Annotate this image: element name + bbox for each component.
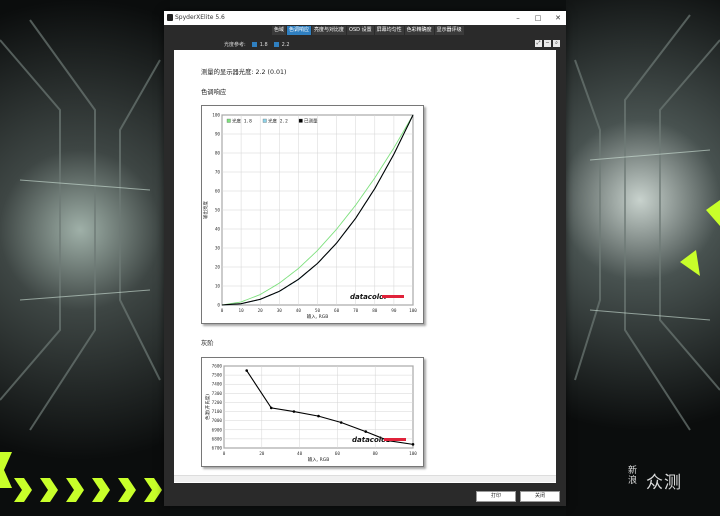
tab-display-rating[interactable]: 显示器评级 (434, 26, 464, 35)
x-tick-label: 0 (221, 308, 224, 314)
gamma-1-8-checkbox[interactable] (251, 42, 257, 47)
y-tick-label: 50 (215, 208, 221, 214)
app-icon (167, 14, 173, 21)
x-tick-label: 80 (373, 451, 379, 457)
legend-entry: 光度 1.8 (232, 118, 252, 125)
grayscale-heading: 灰阶 (201, 340, 214, 347)
minimize-button[interactable]: – (512, 13, 524, 23)
tone-response-heading: 色调响应 (201, 89, 227, 96)
y-tick-label: 7500 (212, 373, 223, 379)
app-window: SpyderXElite 5.6 – □ ✕ 色域 色调响应 亮度与对比度 OS… (164, 11, 566, 506)
data-point (339, 421, 343, 424)
logo-bar (382, 295, 404, 298)
close-button[interactable]: 关闭 (520, 491, 560, 502)
tab-color-accuracy[interactable]: 色彩精确度 (404, 26, 434, 35)
y-tick-label: 7200 (212, 400, 223, 406)
zoom-out-icon[interactable]: − (544, 40, 551, 47)
y-tick-label: 80 (215, 151, 221, 157)
x-tick-label: 50 (315, 308, 321, 314)
x-tick-label: 70 (353, 308, 359, 314)
gamma-reference-row: 光度参考: 1.8 2.2 (224, 41, 290, 49)
x-tick-label: 60 (335, 451, 341, 457)
y-axis-label: 输出亮度 (202, 201, 209, 219)
tone-response-plot: 0 10 20 30 40 50 60 70 80 90 100 0 10 20 30 40 50 60 70 80 9… (202, 113, 417, 321)
grayscale-plot: 0 20 40 60 80 100 6700 6800 6900 7000 7100 7200 7300… (204, 364, 417, 464)
x-tick-label: 0 (223, 451, 226, 457)
gamma-1-8-label: 1.8 (259, 41, 268, 48)
data-point (245, 369, 248, 372)
y-tick-label: 70 (215, 170, 221, 176)
gamma-2-2-checkbox[interactable] (273, 42, 279, 47)
y-tick-label: 40 (215, 227, 221, 233)
tab-osd-settings[interactable]: OSD 设置 (347, 26, 374, 35)
y-tick-label: 20 (215, 265, 221, 271)
y-tick-label: 7400 (212, 382, 223, 388)
title-bar: SpyderXElite 5.6 – □ ✕ (164, 11, 566, 25)
gamma-reference-label: 光度参考: (224, 42, 246, 48)
horizontal-scrollbar[interactable] (174, 475, 556, 482)
tab-uniformity[interactable]: 屏幕均匀性 (374, 26, 404, 35)
tab-tone-response[interactable]: 色调响应 (287, 26, 312, 35)
legend-entry: 光度 2.2 (268, 118, 288, 125)
watermark-brand: 众测 (646, 473, 682, 493)
x-tick-label: 10 (239, 308, 245, 314)
y-tick-label: 6900 (212, 427, 223, 433)
legend-swatch (226, 118, 231, 123)
legend-swatch (298, 118, 303, 123)
y-tick-label: 100 (212, 113, 220, 119)
y-tick-label: 30 (215, 246, 221, 252)
x-tick-label: 20 (259, 451, 265, 457)
data-point (364, 430, 368, 433)
close-window-button[interactable]: ✕ (552, 13, 564, 23)
zoom-tools: ⤢ − ⌕ (533, 40, 560, 47)
y-tick-label: 6700 (212, 446, 223, 452)
x-tick-label: 80 (372, 308, 378, 314)
y-tick-label: 90 (215, 132, 221, 138)
data-point (317, 414, 320, 418)
tab-brightness-contrast[interactable]: 亮度与对比度 (312, 26, 347, 35)
x-axis-label: 输入, RGB (307, 313, 329, 320)
x-tick-label: 60 (334, 308, 340, 314)
grayscale-chart: 0 20 40 60 80 100 6700 6800 6900 7000 7100 7200 7300… (201, 357, 424, 467)
y-tick-label: 7600 (212, 364, 223, 370)
gamma-2-2-label: 2.2 (281, 41, 290, 48)
watermark-cn: 新浪 (628, 466, 638, 486)
x-axis-label: 输入, RGB (308, 456, 330, 463)
data-point (292, 410, 296, 413)
x-tick-label: 20 (258, 308, 264, 314)
tone-response-chart: 0 10 20 30 40 50 60 70 80 90 100 0 10 20 30 40 50 60 70 80 9… (201, 105, 424, 324)
logo-bar (384, 438, 406, 441)
measured-gamma-text: 测量的显示器光度: 2.2 (0.01) (201, 69, 287, 76)
x-tick-label: 40 (296, 308, 302, 314)
x-tick-label: 100 (409, 308, 417, 314)
y-tick-label: 7100 (212, 409, 223, 415)
y-tick-label: 7000 (212, 418, 223, 424)
maximize-button[interactable]: □ (532, 13, 544, 23)
y-tick-label: 6800 (212, 436, 223, 442)
x-tick-label: 90 (391, 308, 397, 314)
zoom-in-icon[interactable]: ⌕ (553, 40, 560, 47)
window-title: SpyderXElite 5.6 (175, 14, 225, 21)
report-page: 测量的显示器光度: 2.2 (0.01) 色调响应 0 10 20 30 40 50 60 7… (174, 50, 556, 483)
fit-icon[interactable]: ⤢ (535, 40, 542, 47)
y-tick-label: 0 (217, 303, 220, 309)
tab-gamut[interactable]: 色域 (272, 26, 287, 35)
x-tick-label: 100 (409, 451, 417, 457)
y-tick-label: 60 (215, 189, 221, 195)
legend-swatch (262, 118, 267, 123)
legend-entry: 已测量 (304, 118, 318, 125)
x-tick-label: 40 (297, 451, 303, 457)
data-point (411, 443, 415, 446)
y-axis-label: 色温(开氏度) (204, 394, 211, 420)
y-tick-label: 10 (215, 284, 221, 290)
y-tick-label: 7300 (212, 391, 223, 397)
x-tick-label: 30 (277, 308, 283, 314)
report-tabs: 色域 色调响应 亮度与对比度 OSD 设置 屏幕均匀性 色彩精确度 显示器评级 (272, 26, 465, 35)
print-button[interactable]: 打印 (476, 491, 516, 502)
data-point (269, 406, 273, 410)
